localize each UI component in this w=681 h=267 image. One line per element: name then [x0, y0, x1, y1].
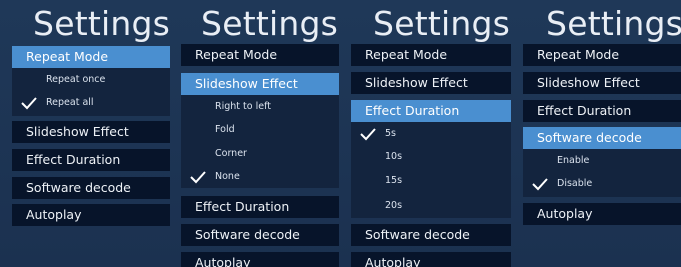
settings-panel-slideshow-effect: Settings Repeat Mode Slideshow Effect Ri…	[172, 0, 344, 267]
option-enable[interactable]: Enable	[523, 149, 681, 173]
menu-item-repeat-mode[interactable]: Repeat Mode	[351, 44, 511, 66]
menu-item-autoplay[interactable]: Autoplay	[181, 252, 339, 267]
menu-item-slideshow-effect[interactable]: Slideshow Effect	[351, 72, 511, 94]
option-5s[interactable]: 5s	[351, 122, 511, 146]
software-decode-submenu: Enable Disable	[523, 149, 681, 197]
option-label: Repeat once	[46, 74, 106, 85]
option-label: 10s	[385, 151, 403, 162]
menu-item-repeat-mode[interactable]: Repeat Mode	[181, 44, 339, 66]
check-icon	[531, 177, 549, 191]
menu-item-software-decode[interactable]: Software decode	[181, 224, 339, 246]
menu-item-software-decode[interactable]: Software decode	[351, 224, 511, 246]
option-none[interactable]: None	[181, 165, 339, 189]
settings-panel-repeat-mode: Settings Repeat Mode Repeat once Repeat …	[0, 0, 172, 267]
menu-item-effect-duration[interactable]: Effect Duration	[181, 196, 339, 218]
menu-item-autoplay[interactable]: Autoplay	[351, 252, 511, 267]
settings-title: Settings	[373, 4, 510, 43]
option-right-to-left[interactable]: Right to left	[181, 95, 339, 119]
option-label: 15s	[385, 175, 403, 186]
check-icon	[189, 170, 207, 184]
settings-panel-effect-duration: Settings Repeat Mode Slideshow Effect Ef…	[344, 0, 516, 267]
settings-screen-composite: Settings Repeat Mode Repeat once Repeat …	[0, 0, 681, 267]
menu-item-repeat-mode[interactable]: Repeat Mode	[523, 44, 681, 66]
option-20s[interactable]: 20s	[351, 194, 511, 218]
menu-item-slideshow-effect[interactable]: Slideshow Effect	[12, 121, 170, 143]
check-icon	[359, 127, 377, 141]
settings-title: Settings	[546, 4, 681, 43]
option-15s[interactable]: 15s	[351, 169, 511, 193]
option-label: 20s	[385, 200, 403, 211]
option-label: Repeat all	[46, 97, 94, 108]
option-10s[interactable]: 10s	[351, 145, 511, 169]
menu-item-autoplay[interactable]: Autoplay	[523, 203, 681, 225]
effect-duration-submenu: 5s 10s 15s 20s	[351, 122, 511, 218]
menu-item-effect-duration[interactable]: Effect Duration	[523, 100, 681, 122]
option-label: None	[215, 171, 240, 182]
menu-item-slideshow-effect[interactable]: Slideshow Effect	[181, 73, 339, 95]
menu-item-software-decode[interactable]: Software decode	[12, 177, 170, 199]
menu-item-effect-duration[interactable]: Effect Duration	[12, 149, 170, 171]
settings-title: Settings	[33, 4, 170, 43]
option-label: Corner	[215, 148, 247, 159]
menu-item-slideshow-effect[interactable]: Slideshow Effect	[523, 72, 681, 94]
option-repeat-all[interactable]: Repeat all	[12, 91, 170, 115]
option-label: Fold	[215, 124, 235, 135]
settings-title: Settings	[201, 4, 338, 43]
menu-item-repeat-mode[interactable]: Repeat Mode	[12, 46, 170, 68]
settings-panel-software-decode: Settings Repeat Mode Slideshow Effect Ef…	[516, 0, 681, 267]
option-fold[interactable]: Fold	[181, 118, 339, 142]
slideshow-effect-submenu: Right to left Fold Corner None	[181, 95, 339, 188]
option-label: Enable	[557, 155, 590, 166]
option-repeat-once[interactable]: Repeat once	[12, 68, 170, 92]
option-label: 5s	[385, 128, 396, 139]
option-label: Right to left	[215, 101, 271, 112]
option-label: Disable	[557, 178, 593, 189]
check-icon	[20, 96, 38, 110]
option-disable[interactable]: Disable	[523, 172, 681, 196]
menu-item-autoplay[interactable]: Autoplay	[12, 204, 170, 226]
repeat-mode-submenu: Repeat once Repeat all	[12, 68, 170, 116]
option-corner[interactable]: Corner	[181, 142, 339, 166]
menu-item-software-decode[interactable]: Software decode	[523, 127, 681, 149]
menu-item-effect-duration[interactable]: Effect Duration	[351, 100, 511, 122]
